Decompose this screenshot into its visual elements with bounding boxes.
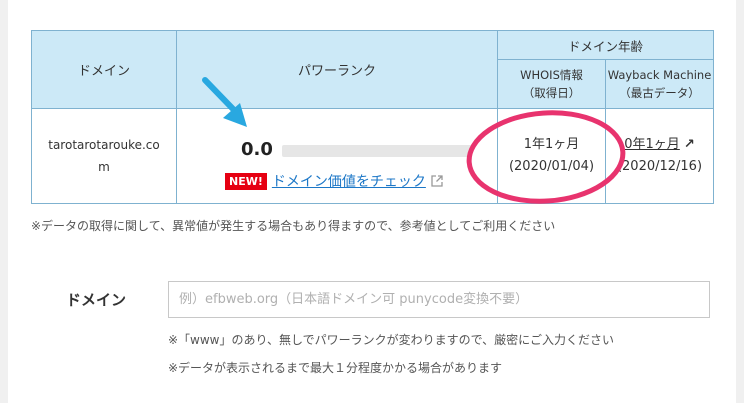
header-whois: WHOIS情報 （取得日） bbox=[497, 59, 606, 109]
header-wayback-line1: Wayback Machine bbox=[607, 68, 712, 83]
header-domain: ドメイン bbox=[31, 30, 177, 109]
power-rank-cell: 0.0 NEW! ドメイン価値をチェック bbox=[176, 108, 498, 204]
whois-cell: 1年1ヶ月 (2020/01/04) bbox=[497, 108, 606, 204]
domain-input[interactable] bbox=[168, 281, 710, 318]
arrow-up-right-icon[interactable]: ↗ bbox=[684, 137, 695, 152]
check-domain-value-link[interactable]: ドメイン価値をチェック bbox=[272, 171, 426, 191]
header-power-rank: パワーランク bbox=[176, 30, 498, 109]
wayback-age-link[interactable]: 0年1ヶ月 bbox=[624, 137, 680, 152]
rank-bar bbox=[282, 145, 472, 157]
header-wayback-line2: （最古データ） bbox=[619, 86, 700, 101]
rank-value: 0.0 bbox=[241, 139, 273, 160]
external-link-icon[interactable] bbox=[431, 175, 443, 187]
wait-hint: ※データが表示されるまで最大１分程度かかる場合があります bbox=[168, 361, 503, 375]
table-row: tarotarotarouke.co m 0.0 NEW! ドメイン価値をチェッ… bbox=[31, 108, 714, 204]
check-line: NEW! ドメイン価値をチェック bbox=[225, 171, 443, 191]
wayback-date: (2020/12/16) bbox=[616, 159, 703, 174]
header-wayback: Wayback Machine （最古データ） bbox=[605, 59, 714, 109]
data-note: ※データの取得に関して、異常値が発生する場合もあり得ますので、参考値としてご利用… bbox=[31, 219, 556, 233]
www-hint: ※「www」のあり、無しでパワーランクが変わりますので、厳密にご入力ください bbox=[168, 333, 614, 347]
whois-age: 1年1ヶ月 bbox=[523, 137, 580, 152]
result-table: ドメイン パワーランク ドメイン年齢 WHOIS情報 （取得日） Wayback… bbox=[31, 29, 714, 204]
domain-name-line1: tarotarotarouke.co bbox=[48, 138, 160, 152]
domain-label: ドメイン bbox=[66, 291, 127, 309]
new-badge: NEW! bbox=[225, 172, 267, 190]
wayback-cell: 0年1ヶ月 ↗ (2020/12/16) bbox=[605, 108, 714, 204]
header-whois-line2: （取得日） bbox=[522, 86, 581, 101]
header-whois-line1: WHOIS情報 bbox=[520, 68, 583, 83]
domain-name-line2: m bbox=[98, 160, 110, 174]
whois-date: (2020/01/04) bbox=[508, 159, 595, 174]
domain-cell: tarotarotarouke.co m bbox=[31, 108, 177, 204]
header-domain-age: ドメイン年齢 bbox=[497, 29, 714, 61]
